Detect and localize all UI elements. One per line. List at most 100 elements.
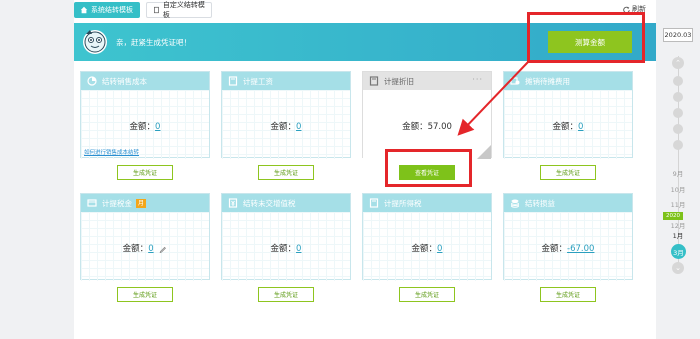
card-income-tax: 计提所得税 金额：0 [362, 193, 492, 281]
card-tax-accrual: 计提税金 月 金额：0 [80, 193, 210, 281]
card-header: 结转未交增值税 [222, 194, 350, 212]
card-title: 计提工资 [243, 76, 273, 86]
amount-value-link[interactable]: 0 [437, 244, 442, 254]
amount-row: 金额：57.00 [363, 120, 491, 132]
card-header: 计提所得税 [363, 194, 491, 212]
home-icon [80, 6, 88, 14]
card-body: 金额：-67.00 [504, 212, 632, 281]
amount-row: 金额：0 [363, 242, 491, 254]
month-item[interactable]: 12月 [663, 220, 693, 230]
card-body: 金额：0 如何进行销售成本结转 [81, 90, 209, 159]
amount-label: 金额： [402, 122, 428, 132]
tab-custom-template-label: 自定义结转模板 [162, 1, 205, 19]
card-profit-loss: 结转损益 金额：-67.00 [503, 193, 633, 281]
card-body: 金额：0 [504, 90, 632, 159]
amount-label: 金额： [122, 244, 149, 254]
card-title: 结转销售成本 [102, 76, 147, 86]
timeline-dot[interactable] [673, 140, 683, 150]
amount-row: 金额：0 [222, 120, 350, 132]
help-link[interactable]: 如何进行销售成本结转 [84, 148, 139, 156]
done-corner-icon [477, 145, 491, 159]
month-item[interactable]: 1月 [663, 230, 693, 240]
month-item[interactable]: 11月 [663, 199, 693, 209]
timeline-dot[interactable] [673, 76, 683, 86]
scroll-down-icon[interactable]: ⌄ [672, 262, 684, 274]
amount-label: 金额： [541, 244, 568, 254]
card-salary: 计提工资 金额：0 [221, 71, 351, 159]
calculator-icon [228, 76, 238, 86]
amount-value-link[interactable]: 0 [578, 122, 583, 132]
calculator-icon [369, 198, 379, 208]
amount-label: 金额： [270, 122, 297, 132]
more-menu-icon[interactable]: ··· [472, 75, 483, 84]
card-header: 摊销待摊费用 [504, 72, 632, 90]
card-header: 计提工资 [222, 72, 350, 90]
coins-icon [510, 77, 520, 85]
amount-value-link[interactable]: 0 [296, 244, 301, 254]
month-badge: 月 [136, 198, 147, 208]
card-header: 计提税金 月 [81, 194, 209, 212]
main-panel: 亲，赶紧生成凭证吧！ 测算金额 结转销售成本 金额：0 如何进行销售成本结转 生… [74, 20, 656, 339]
document-icon [154, 6, 159, 14]
card-body: 金额：0 [222, 212, 350, 281]
card-title: 结转损益 [525, 198, 555, 208]
generate-voucher-button[interactable]: 生成凭证 [540, 287, 596, 302]
amount-value-link[interactable]: 0 [148, 244, 153, 254]
calculator-icon [369, 76, 379, 86]
amount-label: 金额： [411, 244, 438, 254]
banner-text: 亲，赶紧生成凭证吧！ [116, 38, 191, 47]
generate-voucher-button[interactable]: 生成凭证 [399, 287, 455, 302]
pie-chart-icon [87, 76, 97, 86]
tab-system-template[interactable]: 系统结转模板 [74, 2, 140, 18]
card-amortization: 摊销待摊费用 金额：0 [503, 71, 633, 159]
coin-stack-icon [511, 199, 519, 208]
amount-row: 金额：0 [222, 242, 350, 254]
amount-label: 金额： [270, 244, 297, 254]
amount-label: 金额： [552, 122, 579, 132]
card-cost-of-sales: 结转销售成本 金额：0 如何进行销售成本结转 [80, 71, 210, 159]
timeline-dot[interactable] [673, 108, 683, 118]
highlight-box-view [385, 149, 472, 187]
tab-system-template-label: 系统结转模板 [91, 6, 133, 14]
card-title: 结转未交增值税 [243, 198, 296, 208]
card-title: 计提税金 [102, 198, 132, 208]
highlight-box-calc [527, 12, 645, 63]
card-body: 金额：0 [222, 90, 350, 159]
year-tag: 2020 [663, 212, 683, 220]
card-body: 金额：0 [363, 212, 491, 281]
timeline-dot[interactable] [673, 92, 683, 102]
amount-value-link[interactable]: 0 [155, 122, 160, 132]
amount-row: 金额：0 [504, 120, 632, 132]
card-title: 摊销待摊费用 [525, 76, 570, 86]
card-depreciation: 计提折旧 ··· 金额：57.00 [362, 71, 492, 159]
generate-voucher-button[interactable]: 生成凭证 [540, 165, 596, 180]
mascot-icon [83, 30, 107, 54]
card-header: 结转损益 [504, 194, 632, 212]
amount-row: 金额：-67.00 [504, 242, 632, 254]
amount-row: 金额：0 [81, 120, 209, 132]
amount-value: 57.00 [427, 122, 452, 132]
generate-voucher-button[interactable]: 生成凭证 [117, 165, 173, 180]
generate-voucher-button[interactable]: 生成凭证 [117, 287, 173, 302]
month-item[interactable]: 9月 [663, 168, 693, 178]
amount-value-link[interactable]: -67.00 [567, 244, 594, 254]
tab-custom-template[interactable]: 自定义结转模板 [146, 1, 212, 19]
amount-value-link[interactable]: 0 [296, 122, 301, 132]
card-body: 金额：0 [81, 212, 209, 281]
pencil-icon[interactable] [159, 245, 167, 253]
card-header: 计提折旧 ··· [363, 72, 491, 90]
card-title: 计提折旧 [384, 76, 414, 86]
card-icon [87, 199, 97, 207]
card-header: 结转销售成本 [81, 72, 209, 90]
card-unpaid-vat: 结转未交增值税 金额：0 [221, 193, 351, 281]
current-month[interactable]: 3月 [671, 244, 686, 259]
amount-label: 金额： [129, 122, 156, 132]
amount-row: 金额：0 [81, 242, 209, 254]
timeline-dot[interactable] [673, 124, 683, 134]
generate-voucher-button[interactable]: 生成凭证 [258, 165, 314, 180]
month-item[interactable]: 10月 [663, 184, 693, 194]
generate-voucher-button[interactable]: 生成凭证 [258, 287, 314, 302]
scroll-up-icon[interactable]: ⌃ [672, 57, 684, 69]
yen-document-icon [228, 198, 238, 208]
period-date-box[interactable]: 2020.03 [663, 28, 693, 42]
